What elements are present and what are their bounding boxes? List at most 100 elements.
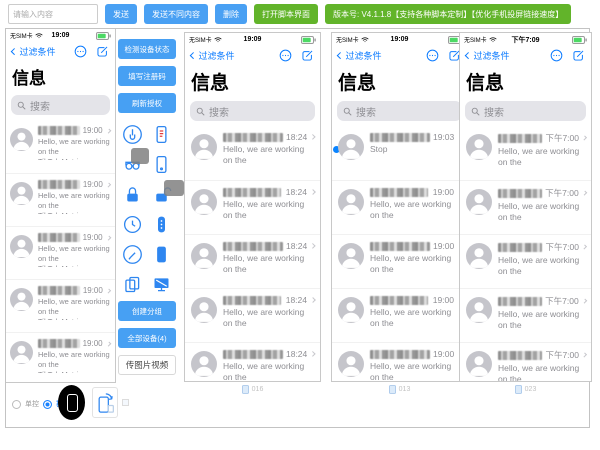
copy-files-icon[interactable]: [122, 274, 143, 295]
message-row[interactable]: 19:00Hello, we are working on theTikTok …: [6, 279, 115, 332]
more-icon[interactable]: [279, 49, 292, 62]
back-button[interactable]: 过滤条件: [338, 49, 382, 62]
send-different-button[interactable]: 发送不同内容: [144, 4, 208, 24]
avatar: [191, 351, 217, 377]
message-row[interactable]: 18:24Hello, we are working on theTikTok …: [185, 342, 320, 381]
create-group-button[interactable]: 创建分组: [118, 301, 176, 321]
message-row[interactable]: 下午7:00Hello, we are working on theTikTok…: [460, 288, 591, 342]
message-row[interactable]: 下午7:00Hello, we are working on theTikTok…: [460, 234, 591, 288]
avatar: [191, 297, 217, 323]
phone-mirror-icon[interactable]: [151, 154, 172, 175]
check-device-status-button[interactable]: 检测设备状态: [118, 39, 176, 59]
message-row[interactable]: 18:24Hello, we are working on theTikTok …: [185, 234, 320, 288]
more-icon[interactable]: [426, 49, 439, 62]
chevron-left-icon: [337, 52, 343, 58]
message-preview-line1: Hello, we are working on the: [498, 146, 586, 168]
compose-icon[interactable]: [572, 49, 585, 62]
device-id-label[interactable]: 013: [331, 385, 468, 394]
device-phone-icon[interactable]: [242, 385, 249, 394]
message-row[interactable]: 18:24Hello, we are working on theTikTok …: [185, 288, 320, 342]
avatar: [466, 134, 492, 160]
message-time: 19:00: [83, 126, 103, 135]
touch-icon[interactable]: [122, 124, 143, 145]
group-control-radio[interactable]: [43, 400, 52, 409]
person-icon: [338, 243, 364, 269]
search-bar[interactable]: 搜索: [190, 101, 315, 121]
status-bar: 无SIM卡19:09: [185, 33, 320, 46]
message-row[interactable]: 19:00Hello, we are working on theTikTok …: [332, 234, 467, 288]
back-button[interactable]: 过滤条件: [191, 49, 235, 62]
message-row[interactable]: 19:00Hello, we are working on theTikTok …: [6, 226, 115, 279]
refresh-auth-button[interactable]: 刷新授权: [118, 93, 176, 113]
device-screen-1[interactable]: 无SIM卡19:09过滤条件信息搜索19:00Hello, we are wor…: [6, 29, 116, 383]
more-icon[interactable]: [74, 45, 87, 58]
contact-name-blurred: [38, 286, 80, 295]
message-preview-line1: Hello, we are working on the: [498, 201, 586, 223]
send-media-button[interactable]: 传图片视频: [118, 355, 176, 375]
device-screen-3[interactable]: 无SIM卡19:09过滤条件信息搜索19:03Stop19:00Hello, w…: [331, 32, 468, 382]
message-preview-line2: TikTok Matrix customer acq...: [498, 277, 586, 278]
search-bar[interactable]: 搜索: [465, 101, 586, 121]
message-row[interactable]: 19:00Hello, we are working on theTikTok …: [332, 180, 467, 234]
screen-off-icon[interactable]: [151, 274, 172, 295]
message-row[interactable]: 下午7:00Hello, we are working on theTikTok…: [460, 126, 591, 180]
lock-icon[interactable]: [122, 184, 143, 205]
search-bar[interactable]: 搜索: [337, 101, 462, 121]
device-id-label[interactable]: 023: [459, 385, 592, 394]
home-button[interactable]: [58, 385, 85, 420]
message-time: 19:00: [433, 241, 454, 251]
open-script-button[interactable]: 打开脚本界面: [254, 4, 318, 24]
compose-icon[interactable]: [301, 49, 314, 62]
device-screen-2[interactable]: 无SIM卡19:09过滤条件信息搜索18:24Hello, we are wor…: [184, 32, 321, 382]
back-button[interactable]: 过滤条件: [466, 49, 510, 62]
device-phone-icon[interactable]: [515, 385, 522, 394]
search-bar[interactable]: 搜索: [11, 95, 110, 115]
avatar: [10, 182, 33, 205]
contact-name-blurred: [223, 350, 283, 359]
clock-icon[interactable]: [122, 214, 143, 235]
brush-icon[interactable]: [122, 244, 143, 265]
fill-register-code-button[interactable]: 填写注册码: [118, 66, 176, 86]
message-preview-line2: TikTok Matrix customer acq...: [498, 168, 586, 169]
message-row[interactable]: 下午7:00Hello, we are working on theTikTok…: [460, 342, 591, 381]
message-row[interactable]: 19:00Hello, we are working on theTikTok …: [6, 173, 115, 226]
single-control-radio[interactable]: [12, 400, 21, 409]
device-phone-icon[interactable]: [389, 385, 396, 394]
message-preview-line2: TikTok Matrix customer acq...: [223, 329, 315, 330]
phone-status-icon[interactable]: [151, 124, 172, 145]
contact-name-blurred: [38, 339, 80, 348]
device-screen-4[interactable]: 无SIM卡下午7:09过滤条件信息搜索下午7:00Hello, we are w…: [459, 32, 592, 382]
message-row[interactable]: 19:00Hello, we are working on theTikTok …: [6, 332, 115, 382]
message-preview-line2: TikTok Matrix customer acq...: [38, 157, 110, 160]
person-icon: [10, 182, 33, 205]
message-row[interactable]: 19:00Hello, we are working on theTikTok …: [332, 342, 467, 381]
person-icon: [191, 134, 217, 160]
phone-filled-icon[interactable]: [151, 244, 172, 265]
message-row[interactable]: 19:00Hello, we are working on theTikTok …: [332, 288, 467, 342]
device-id-text: 023: [525, 386, 537, 393]
compose-icon[interactable]: [96, 45, 109, 58]
back-button[interactable]: 过滤条件: [12, 45, 56, 58]
message-time: 下午7:00: [545, 295, 579, 307]
message-time: 18:24: [286, 132, 307, 142]
delete-button[interactable]: 删除: [215, 4, 247, 24]
device-id-label[interactable]: 016: [184, 385, 321, 394]
contact-name-blurred: [370, 296, 428, 305]
message-row[interactable]: 18:24Hello, we are working on theTikTok …: [185, 126, 320, 180]
remote-control-icon[interactable]: [151, 214, 172, 235]
tool-row-6: [118, 271, 176, 297]
send-button[interactable]: 发送: [105, 4, 137, 24]
message-row[interactable]: 19:03Stop: [332, 126, 467, 180]
message-row[interactable]: 18:24Hello, we are working on theTikTok …: [185, 180, 320, 234]
more-icon[interactable]: [550, 49, 563, 62]
message-input[interactable]: [8, 4, 98, 24]
message-preview-line1: Hello, we are working on the: [498, 363, 586, 381]
person-icon: [466, 297, 492, 323]
chevron-right-icon: [582, 245, 587, 250]
message-time: 19:00: [83, 339, 103, 348]
message-row[interactable]: 19:00Hello, we are working on theTikTok …: [6, 120, 115, 173]
mini-checkbox[interactable]: [122, 399, 129, 406]
message-row[interactable]: 下午7:00Hello, we are working on theTikTok…: [460, 180, 591, 234]
all-devices-button[interactable]: 全部设备(4): [118, 328, 176, 348]
rotate-screen-icon[interactable]: [92, 387, 118, 418]
